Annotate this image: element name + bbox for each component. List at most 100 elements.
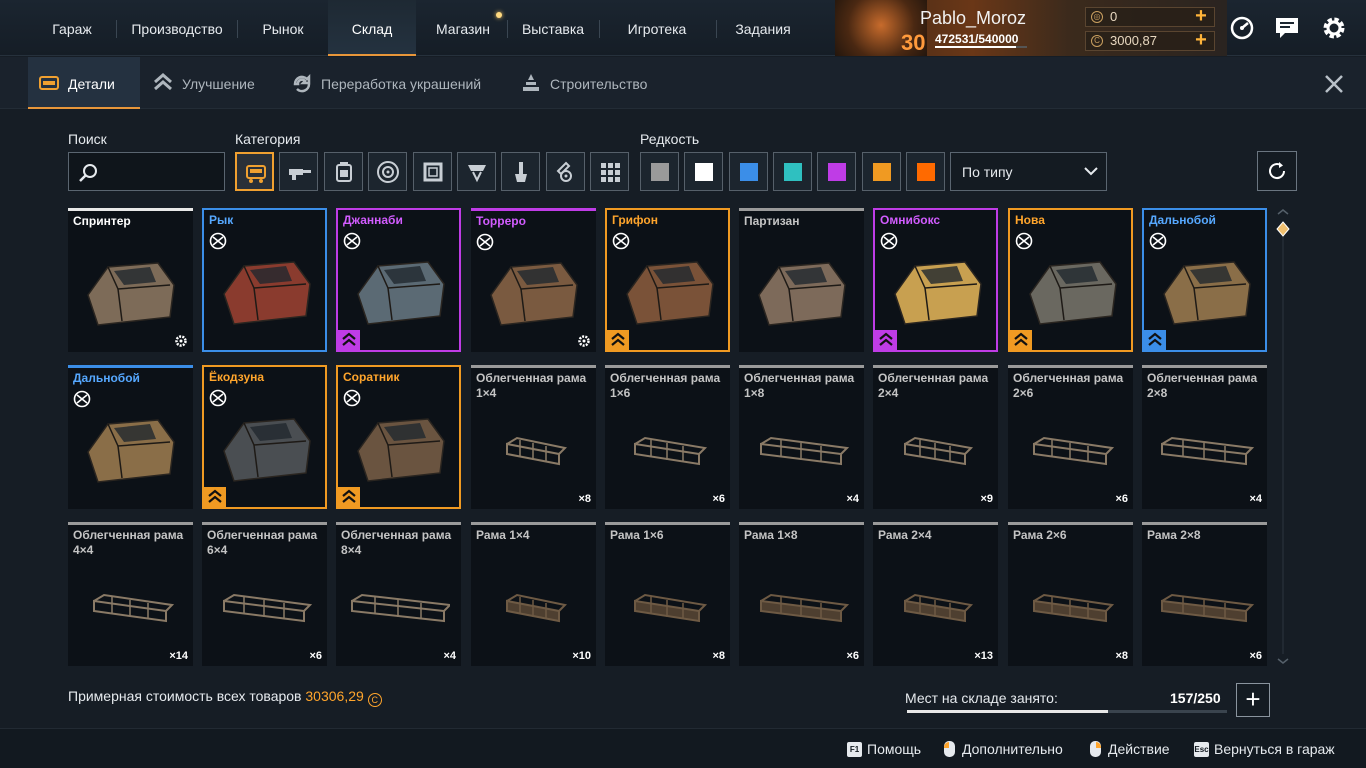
recycle-icon [293, 73, 311, 93]
item-card[interactable]: Дальнобой [1142, 208, 1267, 352]
rarity-filter-button[interactable] [728, 152, 768, 191]
item-card[interactable]: Рык [202, 208, 327, 352]
nav-shop[interactable]: Магазин [420, 0, 506, 56]
item-card[interactable]: Джаннаби [336, 208, 461, 352]
item-card[interactable]: Облегченная рама 6×4 ×6 [202, 522, 327, 666]
item-image [1029, 261, 1117, 325]
tab-recycle[interactable]: Переработка украшений [281, 57, 501, 109]
category-module-button[interactable] [323, 152, 363, 191]
nav-garage[interactable]: Гараж [34, 0, 110, 56]
gear-icon[interactable] [1320, 14, 1348, 42]
item-card[interactable]: Соратник [336, 365, 461, 509]
hint-help[interactable]: F1 Помощь [847, 741, 921, 757]
item-card[interactable]: Торреро [471, 208, 596, 352]
item-name: Рама 2×6 [1013, 528, 1067, 542]
add-capacity-button[interactable]: + [1236, 683, 1270, 717]
category-cabin-button[interactable] [235, 152, 274, 191]
item-card[interactable]: Грифон [605, 208, 730, 352]
item-image [634, 593, 708, 623]
tab-parts[interactable]: Детали [28, 57, 140, 109]
item-card[interactable]: Дальнобой [68, 365, 193, 509]
item-card[interactable]: Ёкодзуна [202, 365, 327, 509]
upgrade-badge-icon [338, 487, 360, 507]
category-wheel-button[interactable] [368, 152, 408, 191]
item-card[interactable]: Облегченная рама 2×6 ×6 [1008, 365, 1133, 509]
hint-action[interactable]: Действие [1088, 741, 1170, 757]
cabin-class-icon [73, 390, 91, 408]
parts-icon [39, 76, 59, 90]
tab-upgrade[interactable]: Улучшение [142, 57, 272, 109]
nav-game-library[interactable]: Игротека [602, 0, 712, 56]
category-frame-button[interactable] [412, 152, 452, 191]
item-card[interactable]: Облегченная рама 2×4 ×9 [873, 365, 998, 509]
item-card[interactable]: Рама 2×6 ×8 [1008, 522, 1133, 666]
rarity-filter-button[interactable] [684, 152, 724, 191]
item-quantity: ×6 [309, 650, 322, 662]
item-name: Омнибокс [880, 213, 941, 227]
item-card[interactable]: Облегченная рама 1×4 ×8 [471, 365, 596, 509]
item-name: Рама 1×6 [610, 528, 664, 542]
item-card[interactable]: Облегченная рама 1×6 ×6 [605, 365, 730, 509]
sort-dropdown[interactable]: По типу [950, 152, 1107, 191]
player-name: Pablo_Moroz [920, 8, 1027, 28]
nav-separator [507, 20, 508, 38]
category-weapon-button[interactable] [279, 152, 319, 191]
item-card[interactable]: Рама 2×4 ×13 [873, 522, 998, 666]
item-card[interactable]: Рама 2×8 ×6 [1142, 522, 1267, 666]
item-card[interactable]: Нова [1008, 208, 1133, 352]
category-paint-button[interactable] [545, 152, 585, 191]
speedometer-icon[interactable] [1228, 14, 1256, 42]
search-input[interactable] [105, 161, 217, 183]
scrollbar[interactable] [1276, 208, 1290, 668]
hint-more[interactable]: Дополнительно [942, 741, 1063, 757]
item-name: Облегченная рама 2×6 [1013, 371, 1124, 400]
rarity-filter-button[interactable] [817, 152, 857, 191]
rarity-filter-button[interactable] [861, 152, 901, 191]
item-card[interactable]: Рама 1×8 ×6 [739, 522, 864, 666]
item-card[interactable]: Рама 1×4 ×10 [471, 522, 596, 666]
item-card[interactable]: Облегченная рама 8×4 ×4 [336, 522, 461, 666]
hint-back[interactable]: Esc Вернуться в гараж [1194, 741, 1335, 757]
rarity-filter-button[interactable] [640, 152, 679, 191]
item-card[interactable]: Облегченная рама 4×4 ×14 [68, 522, 193, 666]
nav-exhibition[interactable]: Выставка [510, 0, 596, 56]
item-quantity: ×13 [974, 650, 993, 662]
top-navigation: Гараж Производство Рынок Склад Магазин В… [0, 0, 1366, 56]
add-premium-button[interactable]: + [1188, 6, 1214, 27]
item-card[interactable]: Спринтер [68, 208, 193, 352]
player-profile[interactable]: 30 Pablo_Moroz 472531/540000 ◎ 0 + C 300… [835, 0, 1227, 56]
category-structure-button[interactable] [457, 152, 496, 191]
item-image [626, 261, 714, 325]
nav-market[interactable]: Рынок [241, 0, 325, 56]
category-misc-button[interactable] [590, 152, 630, 191]
category-decor-button[interactable] [501, 152, 541, 191]
tab-parts-label: Детали [68, 76, 115, 92]
nav-storage[interactable]: Склад [328, 0, 416, 56]
hint-bar: F1 Помощь Дополнительно Действие Esc Верну… [0, 728, 1366, 768]
upgrade-badge-icon [204, 487, 226, 507]
item-quantity: ×8 [712, 650, 725, 662]
chat-icon[interactable] [1273, 14, 1301, 42]
rarity-filter-button[interactable] [772, 152, 812, 191]
item-image [894, 261, 982, 325]
rarity-swatch [651, 163, 669, 181]
hint-back-label: Вернуться в гараж [1214, 741, 1335, 757]
item-image [223, 261, 311, 325]
close-icon[interactable] [1320, 70, 1348, 98]
item-card[interactable]: Облегченная рама 1×8 ×4 [739, 365, 864, 509]
tab-build[interactable]: Строительство [510, 57, 670, 109]
item-card[interactable]: Рама 1×6 ×8 [605, 522, 730, 666]
refresh-button[interactable] [1257, 151, 1297, 191]
item-image [351, 593, 450, 623]
capacity-bar [907, 710, 1227, 713]
item-card[interactable]: Облегченная рама 2×8 ×4 [1142, 365, 1267, 509]
upgrade-icon [154, 73, 172, 91]
rarity-swatch [916, 163, 935, 181]
item-card[interactable]: Партизан [739, 208, 864, 352]
item-card[interactable]: Омнибокс [873, 208, 998, 352]
add-coins-button[interactable]: + [1188, 30, 1214, 51]
rarity-filter-button[interactable] [905, 152, 945, 191]
nav-production[interactable]: Производство [120, 0, 234, 56]
mouse-left-icon [944, 741, 955, 757]
nav-tasks[interactable]: Задания [720, 0, 806, 56]
